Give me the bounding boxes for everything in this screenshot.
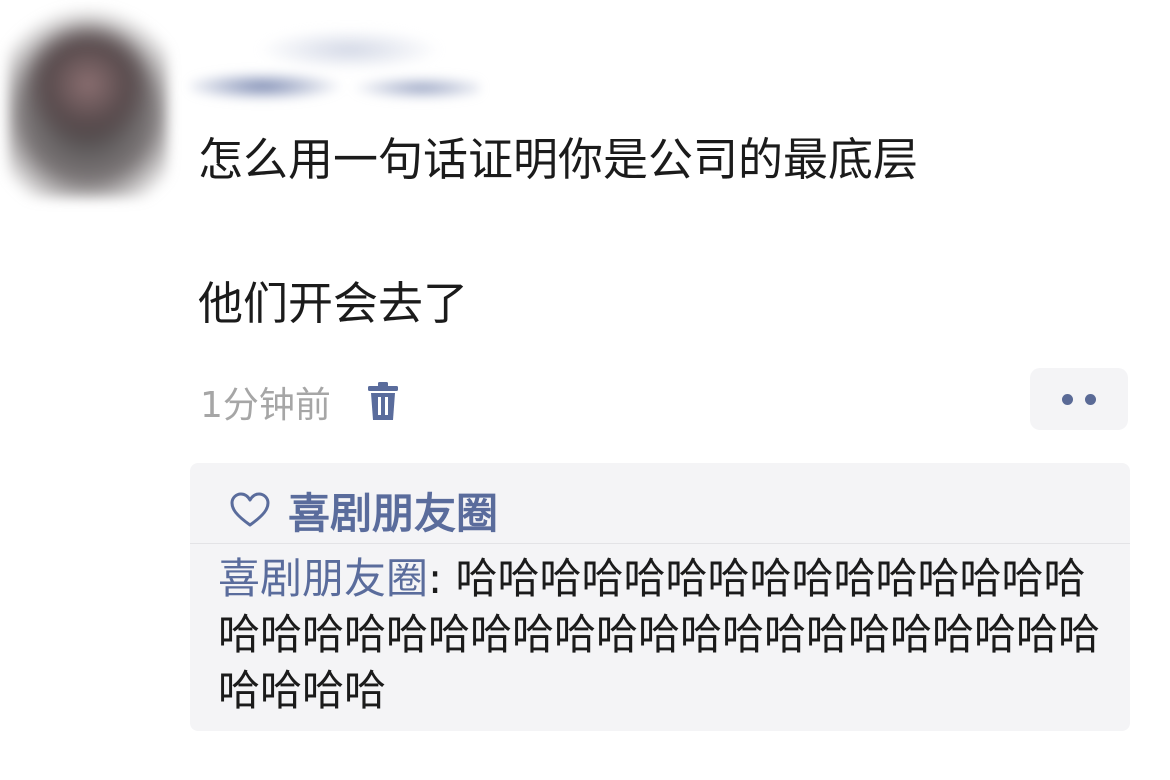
liker-name[interactable]: 喜剧朋友圈 xyxy=(288,480,498,541)
dot xyxy=(1085,393,1096,405)
post-line-1: 怎么用一句话证明你是公司的最底层 xyxy=(198,133,919,186)
post-line-2: 他们开会去了 xyxy=(198,277,469,330)
post-content: 怎么用一句话证明你是公司的最底层 他们开会去了 xyxy=(198,128,1118,336)
post-time: 1分钟前 xyxy=(200,385,331,426)
comment-author[interactable]: 喜剧朋友圈 xyxy=(218,554,428,603)
avatar[interactable] xyxy=(8,8,168,198)
author-name-redacted[interactable] xyxy=(190,20,480,105)
trash-icon[interactable] xyxy=(365,380,401,424)
interaction-panel: 喜剧朋友圈 喜剧朋友圈: 哈哈哈哈哈哈哈哈哈哈哈哈哈哈哈哈哈哈哈哈哈哈哈哈哈哈哈… xyxy=(190,463,1130,731)
comment-item[interactable]: 喜剧朋友圈: 哈哈哈哈哈哈哈哈哈哈哈哈哈哈哈哈哈哈哈哈哈哈哈哈哈哈哈哈哈哈哈哈哈… xyxy=(218,551,1108,719)
comment-separator: : xyxy=(428,554,456,603)
more-dots-icon[interactable] xyxy=(1030,368,1128,430)
divider xyxy=(190,543,1130,544)
heart-icon xyxy=(230,490,270,530)
dot xyxy=(1062,393,1073,405)
likes-row: 喜剧朋友圈 xyxy=(230,475,498,545)
post-meta: 1分钟前 xyxy=(200,372,401,432)
